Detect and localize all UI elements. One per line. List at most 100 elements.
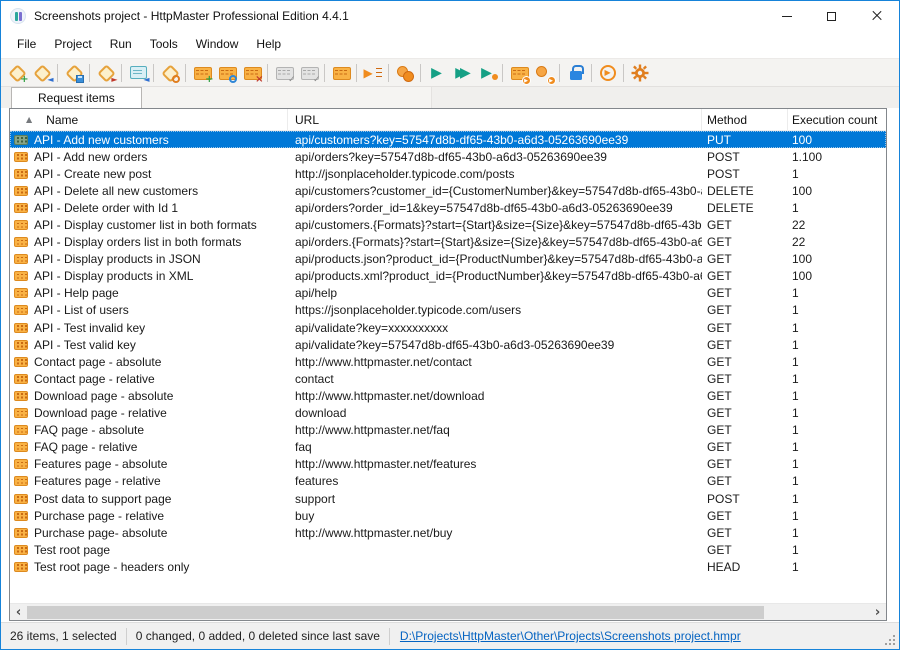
table-row[interactable]: API - List of users https://jsonplacehol…	[10, 302, 886, 319]
column-header-name[interactable]: ▲ Name	[10, 109, 288, 130]
row-url: api/help	[288, 286, 702, 300]
column-header-url[interactable]: URL	[288, 109, 702, 130]
table-row[interactable]: Features page - relative features GET 1	[10, 473, 886, 490]
request-item-icon	[14, 357, 28, 367]
row-url: api/products.json?product_id={ProductNum…	[288, 252, 702, 266]
execute-with-data-button[interactable]: ▶	[474, 60, 499, 85]
row-method: GET	[702, 355, 788, 369]
project-properties-button[interactable]	[157, 60, 182, 85]
toolbar-separator	[559, 64, 560, 82]
table-row[interactable]: API - Test valid key api/validate?key=57…	[10, 336, 886, 353]
close-button[interactable]	[854, 1, 899, 31]
table-row[interactable]: API - Test invalid key api/validate?key=…	[10, 319, 886, 336]
menu-file[interactable]: File	[8, 31, 45, 58]
table-row[interactable]: FAQ page - absolute http://www.httpmaste…	[10, 422, 886, 439]
toolbar-separator	[153, 64, 154, 82]
table-row[interactable]: Test root page GET 1	[10, 541, 886, 558]
execute-item-button[interactable]: ▶	[424, 60, 449, 85]
new-project-button[interactable]: +	[4, 60, 29, 85]
validate-all-items-button[interactable]: ✓	[296, 60, 321, 85]
configure-request-item-button[interactable]	[214, 60, 239, 85]
delete-request-item-icon: ×	[242, 63, 262, 83]
status-bar: 26 items, 1 selected 0 changed, 0 added,…	[1, 622, 899, 649]
scrollbar-thumb[interactable]	[27, 606, 764, 619]
row-url: download	[288, 406, 702, 420]
request-item-icon	[14, 152, 28, 162]
table-row[interactable]: API - Help page api/help GET 1	[10, 285, 886, 302]
add-request-item-button[interactable]: +	[189, 60, 214, 85]
table-row[interactable]: Post data to support page support POST 1	[10, 490, 886, 507]
project-file-link[interactable]: D:\Projects\HttpMaster\Other\Projects\Sc…	[390, 629, 751, 643]
tab-strip-filler	[142, 87, 432, 108]
row-name: API - Display products in JSON	[34, 252, 201, 266]
row-execution-count: 1	[788, 321, 886, 335]
column-header-method[interactable]: Method	[702, 109, 788, 130]
execute-with-data-icon: ▶	[477, 63, 497, 83]
table-row[interactable]: Test root page - headers only HEAD 1	[10, 558, 886, 575]
run-execution-chain-button[interactable]: ▶	[360, 60, 385, 85]
table-row[interactable]: Contact page - absolute http://www.httpm…	[10, 353, 886, 370]
row-method: GET	[702, 252, 788, 266]
execute-all-items-button[interactable]: ▶▶	[449, 60, 474, 85]
data-execution-history-button[interactable]: ▶	[531, 60, 556, 85]
row-execution-count: 1	[788, 355, 886, 369]
maximize-button[interactable]	[809, 1, 854, 31]
table-row[interactable]: API - Add new customers api/customers?ke…	[10, 131, 886, 148]
row-execution-count: 22	[788, 235, 886, 249]
table-row[interactable]: API - Delete order with Id 1 api/orders?…	[10, 199, 886, 216]
table-row[interactable]: Features page - absolute http://www.http…	[10, 456, 886, 473]
table-row[interactable]: Download page - absolute http://www.http…	[10, 387, 886, 404]
column-header-execution-count[interactable]: Execution count	[788, 109, 886, 130]
execution-runner-button[interactable]: ▶	[595, 60, 620, 85]
row-execution-count: 1	[788, 526, 886, 540]
save-project-button[interactable]	[61, 60, 86, 85]
menu-help[interactable]: Help	[247, 31, 290, 58]
row-url: http://www.httpmaster.net/contact	[288, 355, 702, 369]
row-execution-count: 1	[788, 543, 886, 557]
table-row[interactable]: Purchase page- absolute http://www.httpm…	[10, 524, 886, 541]
row-execution-count: 1	[788, 457, 886, 471]
table-row[interactable]: API - Delete all new customers api/custo…	[10, 182, 886, 199]
row-execution-count: 1	[788, 303, 886, 317]
row-url: api/orders?order_id=1&key=57547d8b-df65-…	[288, 201, 702, 215]
scroll-right-button[interactable]: ›	[869, 604, 886, 621]
menu-project[interactable]: Project	[45, 31, 100, 58]
row-execution-count: 1	[788, 372, 886, 386]
project-notes-button[interactable]: ◄	[125, 60, 150, 85]
request-items-overview-button[interactable]	[328, 60, 353, 85]
tab-request-items[interactable]: Request items	[11, 87, 142, 108]
table-row[interactable]: API - Display products in XML api/produc…	[10, 268, 886, 285]
row-execution-count: 1	[788, 167, 886, 181]
minimize-button[interactable]	[764, 1, 809, 31]
request-item-icon	[14, 220, 28, 230]
table-row[interactable]: API - Display orders list in both format…	[10, 234, 886, 251]
table-row[interactable]: Contact page - relative contact GET 1	[10, 370, 886, 387]
menu-window[interactable]: Window	[187, 31, 248, 58]
table-row[interactable]: API - Display products in JSON api/produ…	[10, 251, 886, 268]
encryption-button[interactable]	[563, 60, 588, 85]
item-execution-history-button[interactable]: ▶	[506, 60, 531, 85]
table-row[interactable]: FAQ page - relative faq GET 1	[10, 439, 886, 456]
menu-tools[interactable]: Tools	[141, 31, 187, 58]
open-project-icon: ◄	[32, 63, 52, 83]
menu-run[interactable]: Run	[101, 31, 141, 58]
table-row[interactable]: Download page - relative download GET 1	[10, 405, 886, 422]
row-execution-count: 1	[788, 406, 886, 420]
delete-request-item-button[interactable]: ×	[239, 60, 264, 85]
table-row[interactable]: API - Add new orders api/orders?key=5754…	[10, 148, 886, 165]
close-project-button[interactable]: ►	[93, 60, 118, 85]
project-data-icon	[395, 63, 415, 83]
resize-grip[interactable]	[893, 643, 895, 645]
row-method: DELETE	[702, 184, 788, 198]
row-url: api/orders.{Formats}?start={Start}&size=…	[288, 235, 702, 249]
open-project-button[interactable]: ◄	[29, 60, 54, 85]
validate-request-item-button[interactable]: ✓	[271, 60, 296, 85]
program-options-button[interactable]	[627, 60, 652, 85]
toolbar-separator	[121, 64, 122, 82]
scroll-left-button[interactable]: ‹	[10, 604, 27, 621]
table-row[interactable]: API - Display customer list in both form…	[10, 216, 886, 233]
table-row[interactable]: API - Create new post http://jsonplaceho…	[10, 165, 886, 182]
table-row[interactable]: Purchase page - relative buy GET 1	[10, 507, 886, 524]
project-data-button[interactable]	[392, 60, 417, 85]
row-name: Contact page - absolute	[34, 355, 161, 369]
